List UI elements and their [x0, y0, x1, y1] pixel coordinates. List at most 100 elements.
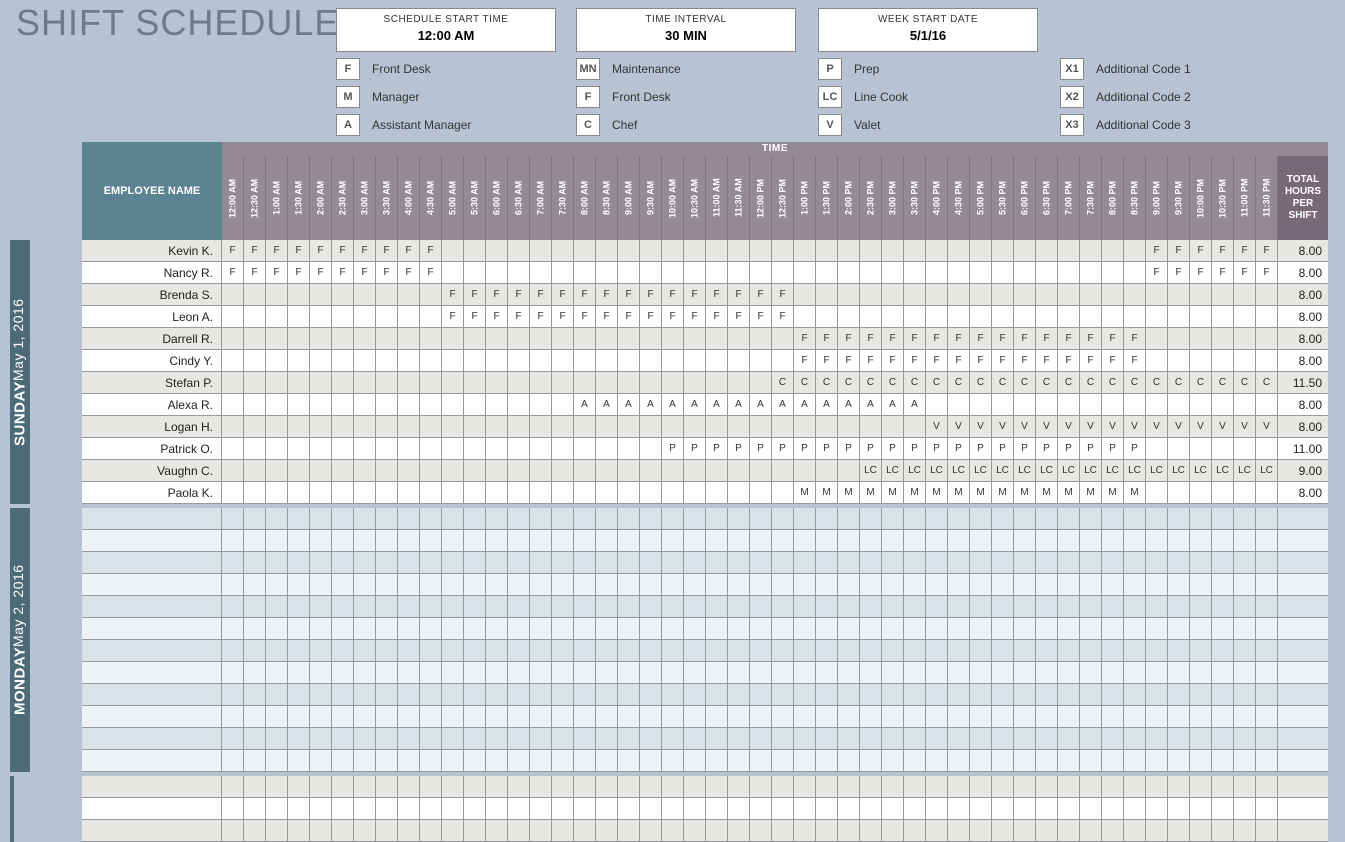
shift-cell[interactable]: [816, 776, 838, 798]
shift-cell[interactable]: [684, 684, 706, 706]
shift-cell[interactable]: [948, 552, 970, 574]
shift-cell[interactable]: [948, 284, 970, 306]
shift-cell[interactable]: [1168, 684, 1190, 706]
shift-cell[interactable]: [552, 416, 574, 438]
shift-cell[interactable]: [420, 798, 442, 820]
shift-cell[interactable]: [1102, 574, 1124, 596]
shift-cell[interactable]: [508, 416, 530, 438]
shift-cell[interactable]: [992, 552, 1014, 574]
shift-cell[interactable]: [662, 372, 684, 394]
shift-cell[interactable]: F: [1212, 262, 1234, 284]
shift-cell[interactable]: [1014, 552, 1036, 574]
shift-cell[interactable]: [398, 416, 420, 438]
shift-cell[interactable]: [310, 728, 332, 750]
shift-cell[interactable]: [288, 640, 310, 662]
shift-cell[interactable]: [882, 640, 904, 662]
shift-cell[interactable]: [706, 640, 728, 662]
shift-cell[interactable]: [662, 728, 684, 750]
shift-cell[interactable]: [1102, 618, 1124, 640]
shift-cell[interactable]: [1014, 750, 1036, 772]
shift-cell[interactable]: [376, 552, 398, 574]
shift-cell[interactable]: [552, 240, 574, 262]
shift-cell[interactable]: [992, 574, 1014, 596]
shift-cell[interactable]: [1058, 706, 1080, 728]
shift-cell[interactable]: [1080, 798, 1102, 820]
shift-cell[interactable]: [794, 552, 816, 574]
shift-cell[interactable]: [442, 328, 464, 350]
shift-cell[interactable]: [1146, 820, 1168, 842]
shift-cell[interactable]: F: [1124, 328, 1146, 350]
shift-cell[interactable]: LC: [926, 460, 948, 482]
shift-cell[interactable]: [1036, 552, 1058, 574]
shift-cell[interactable]: [508, 460, 530, 482]
shift-cell[interactable]: [1234, 552, 1256, 574]
shift-cell[interactable]: [574, 350, 596, 372]
shift-cell[interactable]: [310, 662, 332, 684]
shift-cell[interactable]: [1124, 750, 1146, 772]
shift-cell[interactable]: [354, 438, 376, 460]
shift-cell[interactable]: [1036, 684, 1058, 706]
shift-cell[interactable]: [266, 394, 288, 416]
shift-cell[interactable]: LC: [1058, 460, 1080, 482]
shift-cell[interactable]: [1234, 574, 1256, 596]
shift-cell[interactable]: C: [992, 372, 1014, 394]
shift-cell[interactable]: F: [882, 328, 904, 350]
employee-name-cell[interactable]: Alexa R.: [82, 394, 222, 416]
shift-cell[interactable]: [1146, 306, 1168, 328]
shift-cell[interactable]: [398, 618, 420, 640]
shift-cell[interactable]: [266, 776, 288, 798]
shift-cell[interactable]: [640, 416, 662, 438]
shift-cell[interactable]: [244, 482, 266, 504]
shift-cell[interactable]: [662, 706, 684, 728]
shift-cell[interactable]: [684, 240, 706, 262]
shift-cell[interactable]: [838, 262, 860, 284]
shift-cell[interactable]: [794, 798, 816, 820]
shift-cell[interactable]: P: [882, 438, 904, 460]
shift-cell[interactable]: [442, 684, 464, 706]
shift-cell[interactable]: A: [596, 394, 618, 416]
shift-cell[interactable]: A: [750, 394, 772, 416]
shift-cell[interactable]: [266, 728, 288, 750]
shift-cell[interactable]: F: [1256, 240, 1278, 262]
shift-cell[interactable]: [772, 596, 794, 618]
shift-cell[interactable]: [420, 820, 442, 842]
shift-cell[interactable]: [508, 350, 530, 372]
shift-cell[interactable]: [354, 552, 376, 574]
shift-cell[interactable]: [1124, 284, 1146, 306]
shift-cell[interactable]: LC: [992, 460, 1014, 482]
shift-cell[interactable]: [354, 372, 376, 394]
shift-cell[interactable]: [618, 618, 640, 640]
shift-cell[interactable]: [486, 508, 508, 530]
shift-cell[interactable]: [530, 394, 552, 416]
shift-cell[interactable]: [1256, 328, 1278, 350]
shift-cell[interactable]: A: [684, 394, 706, 416]
shift-cell[interactable]: [1014, 262, 1036, 284]
shift-cell[interactable]: [772, 706, 794, 728]
shift-cell[interactable]: [508, 530, 530, 552]
shift-cell[interactable]: [772, 798, 794, 820]
shift-cell[interactable]: [684, 530, 706, 552]
shift-cell[interactable]: [398, 372, 420, 394]
shift-cell[interactable]: [244, 820, 266, 842]
shift-cell[interactable]: [1036, 394, 1058, 416]
shift-cell[interactable]: [882, 530, 904, 552]
shift-cell[interactable]: [398, 328, 420, 350]
shift-cell[interactable]: F: [398, 262, 420, 284]
shift-cell[interactable]: [1234, 684, 1256, 706]
shift-cell[interactable]: [1102, 552, 1124, 574]
shift-cell[interactable]: P: [1102, 438, 1124, 460]
shift-cell[interactable]: [222, 618, 244, 640]
shift-cell[interactable]: [552, 460, 574, 482]
shift-cell[interactable]: [772, 240, 794, 262]
shift-cell[interactable]: [1168, 640, 1190, 662]
shift-cell[interactable]: [288, 530, 310, 552]
shift-cell[interactable]: C: [794, 372, 816, 394]
shift-cell[interactable]: [1080, 618, 1102, 640]
shift-cell[interactable]: [970, 530, 992, 552]
shift-cell[interactable]: [750, 574, 772, 596]
shift-cell[interactable]: [838, 820, 860, 842]
shift-cell[interactable]: [464, 328, 486, 350]
shift-cell[interactable]: [1058, 596, 1080, 618]
shift-cell[interactable]: M: [948, 482, 970, 504]
shift-cell[interactable]: [1168, 350, 1190, 372]
